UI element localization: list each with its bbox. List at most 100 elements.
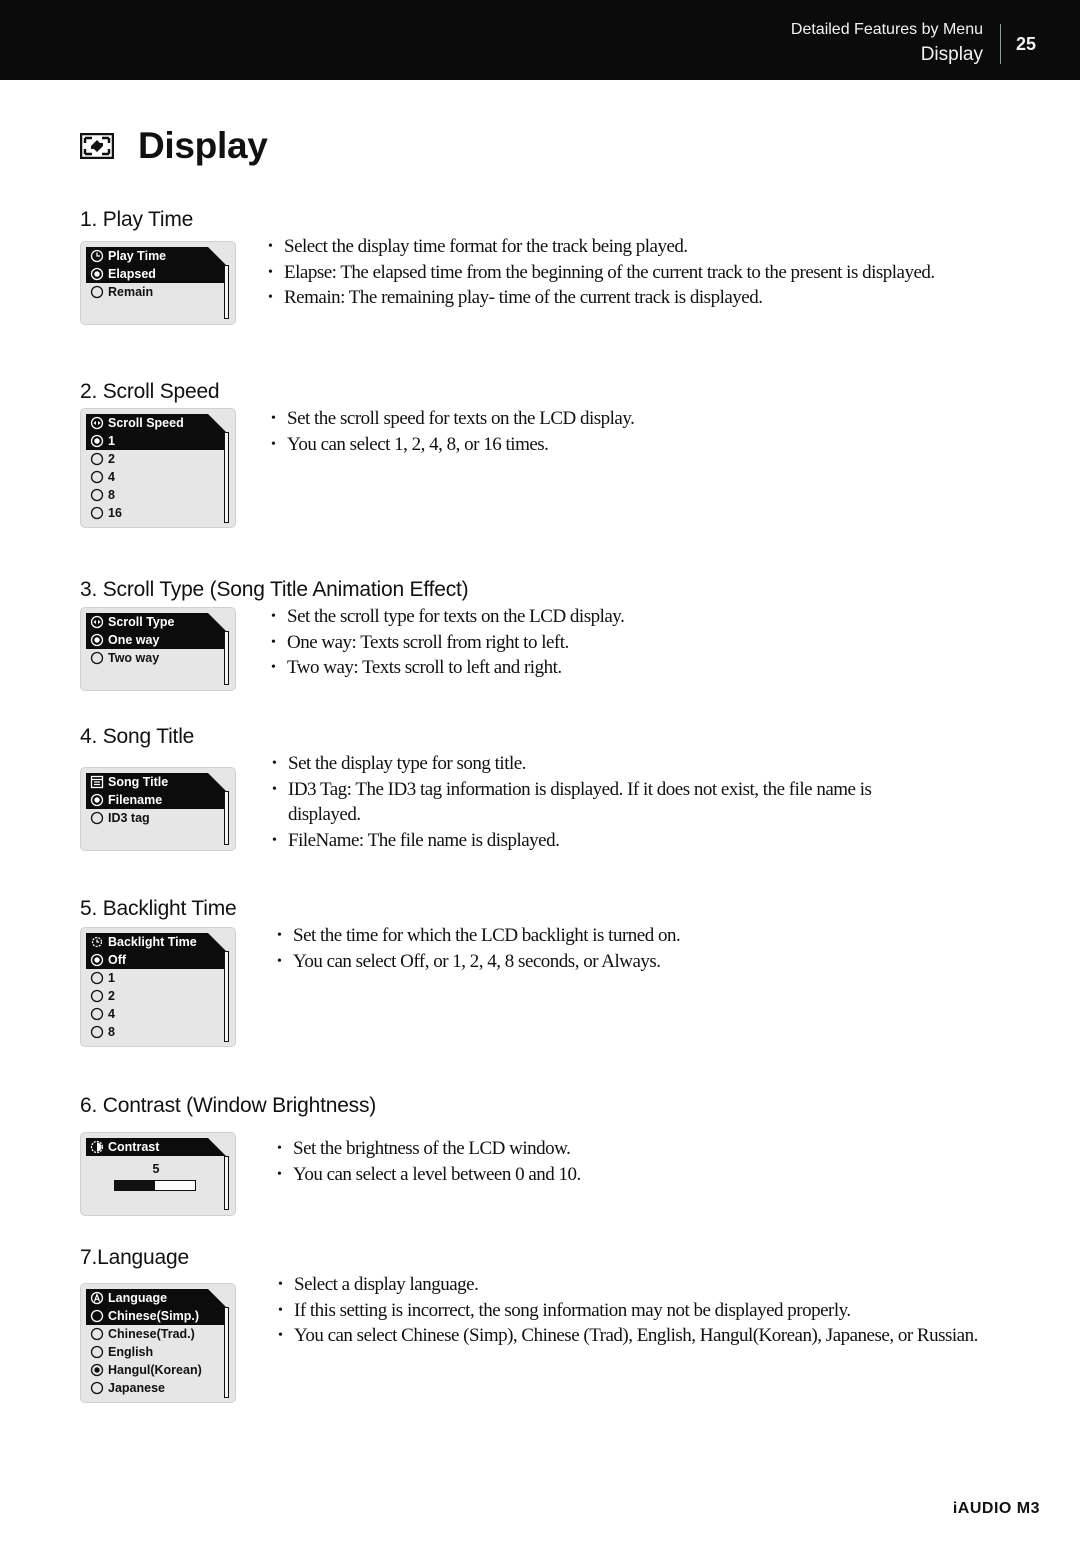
- lcd-option-label: Japanese: [108, 1381, 165, 1395]
- radio-unselected-icon: [90, 285, 104, 299]
- bullet-item: Set the scroll type for texts on the LCD…: [271, 604, 971, 630]
- radio-unselected-icon: [90, 1327, 104, 1341]
- footer-brand: iAUDIO M3: [952, 1500, 1040, 1517]
- lcd-option-label: 16: [108, 506, 122, 520]
- lcd-option-chinese-simp[interactable]: Chinese(Simp.): [86, 1307, 226, 1325]
- lcd-play-time: Play Time Elapsed Remain: [80, 241, 236, 325]
- lcd-option-4[interactable]: 4: [86, 1005, 226, 1023]
- song-title-icon: [90, 775, 104, 789]
- lcd-option-remain[interactable]: Remain: [86, 283, 226, 301]
- backlight-icon: [91, 936, 103, 948]
- bullet-item: Remain: The remaining play- time of the …: [268, 285, 1008, 311]
- lcd-option-1[interactable]: 1: [86, 432, 226, 450]
- scroll-arrows-icon: [90, 416, 104, 430]
- bullets-song-title: Set the display type for song title. ID3…: [272, 751, 932, 853]
- lcd-header-label: Play Time: [108, 249, 167, 263]
- header-current-label: Display: [920, 44, 983, 65]
- lcd-option-filename[interactable]: Filename: [86, 791, 226, 809]
- bullet-item: Set the scroll speed for texts on the LC…: [271, 406, 971, 432]
- lcd-option-4[interactable]: 4: [86, 468, 226, 486]
- page-title-text: Display: [138, 125, 268, 166]
- radio-unselected-icon: [90, 1309, 104, 1323]
- lcd-header-label: Backlight Time: [108, 935, 197, 949]
- display-icon: [80, 133, 114, 159]
- bullets-play-time: Select the display time format for the t…: [268, 234, 1008, 311]
- bullets-scroll-type: Set the scroll type for texts on the LCD…: [271, 604, 971, 681]
- lcd-option-label: Filename: [108, 793, 163, 807]
- lcd-scroll-speed: Scroll Speed 1 2 4 8 16: [80, 408, 236, 528]
- lcd-option-label: 8: [108, 488, 115, 502]
- header-bar: Detailed Features by Menu Display 25: [0, 0, 1080, 80]
- radio-unselected-icon: [90, 470, 104, 484]
- lcd-option-label: Chinese(Simp.): [108, 1309, 199, 1323]
- radio-selected-icon: [90, 793, 104, 807]
- section-title-scroll-type: 3. Scroll Type (Song Title Animation Eff…: [80, 578, 469, 601]
- radio-selected-icon: [90, 1363, 104, 1377]
- lcd-header: Language: [86, 1289, 226, 1307]
- lcd-option-label: Off: [108, 953, 127, 967]
- lcd-option-2[interactable]: 2: [86, 987, 226, 1005]
- lcd-language: Language Chinese(Simp.) Chinese(Trad.) E…: [80, 1283, 236, 1403]
- lcd-option-8[interactable]: 8: [86, 1023, 226, 1041]
- lcd-option-label: Hangul(Korean): [108, 1363, 202, 1377]
- contrast-icon: [90, 1140, 104, 1154]
- section-title-play-time: 1. Play Time: [80, 208, 194, 231]
- contrast-value: 5: [152, 1162, 160, 1176]
- radio-unselected-icon: [90, 811, 104, 825]
- lcd-option-8[interactable]: 8: [86, 486, 226, 504]
- contrast-level-bar[interactable]: [114, 1180, 196, 1191]
- lcd-scrollbar: [224, 951, 229, 1042]
- bullet-item: If this setting is incorrect, the song i…: [278, 1298, 992, 1324]
- lcd-option-label: 2: [108, 989, 115, 1003]
- lcd-option-off[interactable]: Off: [86, 951, 226, 969]
- lcd-header: Song Title: [86, 773, 226, 791]
- lcd-option-chinese-trad[interactable]: Chinese(Trad.): [86, 1325, 226, 1343]
- lcd-option-elapsed[interactable]: Elapsed: [86, 265, 226, 283]
- radio-unselected-icon: [90, 506, 104, 520]
- lcd-header-label: Scroll Type: [108, 615, 175, 629]
- lcd-header-label: Language: [108, 1291, 168, 1305]
- bullet-item: Select a display language.: [278, 1272, 992, 1298]
- lcd-option-label: One way: [108, 633, 160, 647]
- lcd-option-id3-tag[interactable]: ID3 tag: [86, 809, 226, 827]
- clock-icon: [90, 249, 104, 263]
- header-section: Detailed Features by Menu Display: [791, 20, 983, 68]
- bullet-item: Two way: Texts scroll to left and right.: [271, 655, 971, 681]
- bullets-backlight-time: Set the time for which the LCD backlight…: [277, 923, 977, 974]
- lcd-option-japanese[interactable]: Japanese: [86, 1379, 226, 1397]
- scroll-arrows-icon: [90, 615, 104, 629]
- radio-unselected-icon: [90, 1381, 104, 1395]
- section-title-scroll-speed: 2. Scroll Speed: [80, 380, 220, 403]
- bullet-item: You can select Off, or 1, 2, 4, 8 second…: [277, 949, 977, 975]
- lcd-option-label: 1: [108, 971, 115, 985]
- lcd-scrollbar: [224, 432, 229, 523]
- lcd-header-label: Song Title: [108, 775, 169, 789]
- lcd-option-2[interactable]: 2: [86, 450, 226, 468]
- lcd-option-16[interactable]: 16: [86, 504, 226, 522]
- section-title-backlight-time: 5. Backlight Time: [80, 897, 237, 920]
- lcd-option-label: English: [108, 1345, 154, 1359]
- lcd-option-1[interactable]: 1: [86, 969, 226, 987]
- bullet-item: You can select 1, 2, 4, 8, or 16 times.: [271, 432, 971, 458]
- radio-selected-icon: [90, 434, 104, 448]
- bullet-item: You can select a level between 0 and 10.: [277, 1162, 977, 1188]
- bullet-item: FileName: The file name is displayed.: [272, 828, 932, 854]
- bullet-item: Set the time for which the LCD backlight…: [277, 923, 977, 949]
- section-title-song-title: 4. Song Title: [80, 725, 195, 748]
- radio-unselected-icon: [90, 989, 104, 1003]
- language-icon: [90, 1291, 104, 1305]
- lcd-option-one-way[interactable]: One way: [86, 631, 226, 649]
- contrast-level-fill: [115, 1181, 155, 1190]
- lcd-scrollbar: [224, 265, 229, 319]
- radio-selected-icon: [90, 267, 104, 281]
- bullets-language: Select a display language. If this setti…: [278, 1272, 992, 1349]
- header-section-label: Detailed Features by Menu: [790, 21, 983, 38]
- bullet-item: You can select Chinese (Simp), Chinese (…: [278, 1323, 992, 1349]
- lcd-scrollbar: [224, 791, 229, 845]
- bullets-contrast: Set the brightness of the LCD window. Yo…: [277, 1136, 977, 1187]
- lcd-option-hangul-korean[interactable]: Hangul(Korean): [86, 1361, 226, 1379]
- lcd-option-two-way[interactable]: Two way: [86, 649, 226, 667]
- lcd-header: Scroll Speed: [86, 414, 226, 432]
- radio-unselected-icon: [90, 971, 104, 985]
- lcd-option-english[interactable]: English: [86, 1343, 226, 1361]
